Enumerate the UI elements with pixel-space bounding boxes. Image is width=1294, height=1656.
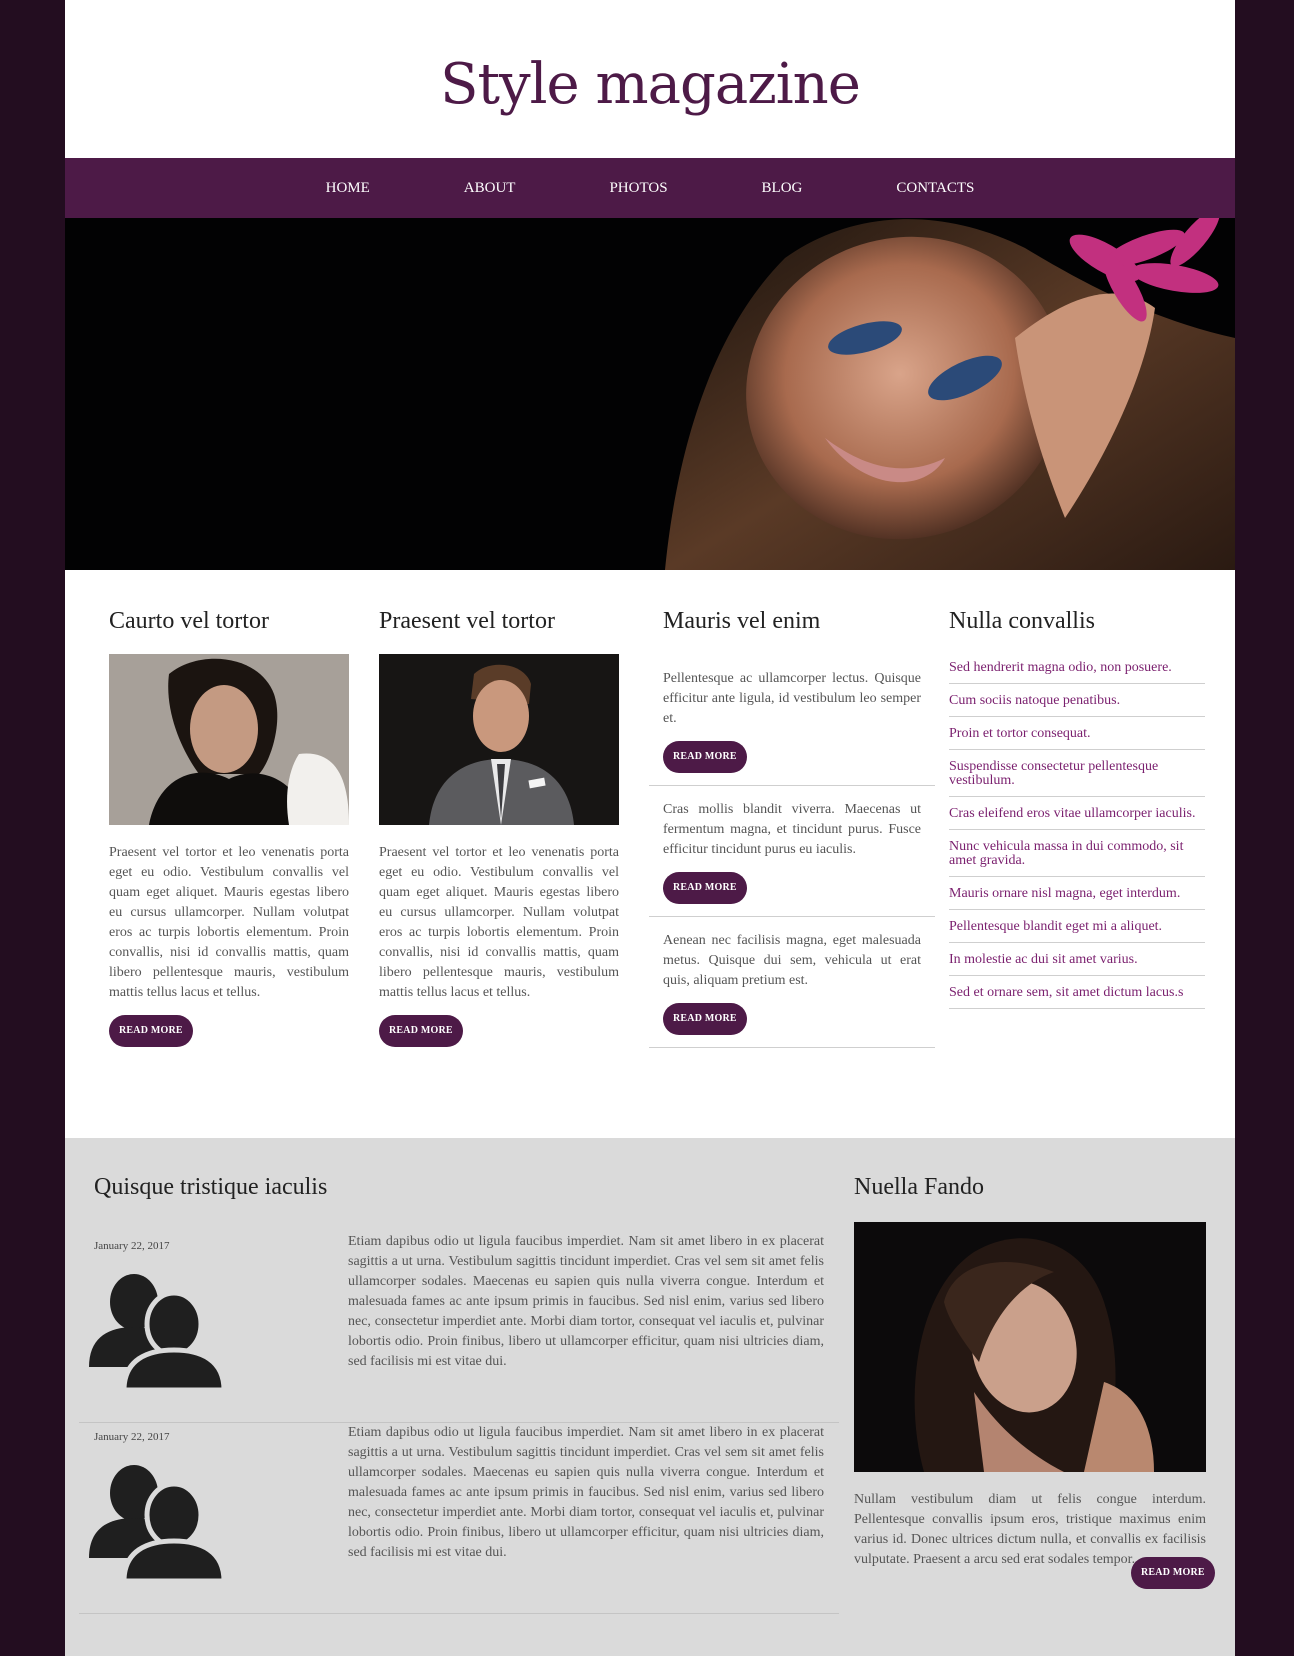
list-link[interactable]: In molestie ac dui sit amet varius. bbox=[949, 943, 1205, 976]
blog-post: January 22, 2017 Etiam dapibus odio ut l… bbox=[79, 1423, 839, 1614]
read-more-button[interactable]: READ MORE bbox=[663, 872, 747, 904]
bottom-section: Quisque tristique iaculis January 22, 20… bbox=[65, 1138, 1235, 1656]
users-icon bbox=[89, 1274, 227, 1392]
read-more-button[interactable]: READ MORE bbox=[109, 1015, 193, 1047]
feature-photo[interactable] bbox=[379, 654, 619, 825]
users-icon bbox=[89, 1465, 227, 1583]
list-link[interactable]: Proin et tortor consequat. bbox=[949, 717, 1205, 750]
post-text: Etiam dapibus odio ut ligula faucibus im… bbox=[348, 1425, 824, 1560]
feature-column-2: Praesent vel tortor Praesent vel tortor … bbox=[379, 608, 619, 1047]
read-more-button[interactable]: READ MORE bbox=[379, 1015, 463, 1047]
feature-column-3: Mauris vel enim Pellentesque ac ullamcor… bbox=[649, 608, 935, 1048]
nav-item-home[interactable]: HOME bbox=[326, 180, 370, 197]
post-date: January 22, 2017 bbox=[94, 1431, 170, 1443]
blog-title: Quisque tristique iaculis bbox=[94, 1174, 328, 1200]
links-list: Sed hendrerit magna odio, non posuere. C… bbox=[949, 651, 1205, 1009]
list-link[interactable]: Cum sociis natoque penatibus. bbox=[949, 684, 1205, 717]
news-item: Aenean nec facilisis magna, eget malesua… bbox=[649, 917, 935, 1048]
nav-item-contacts[interactable]: CONTACTS bbox=[896, 180, 974, 197]
read-more-button[interactable]: READ MORE bbox=[663, 1003, 747, 1035]
feature-title: Mauris vel enim bbox=[663, 608, 821, 634]
feature-column-4: Nulla convallis Sed hendrerit magna odio… bbox=[949, 608, 1205, 1009]
list-link[interactable]: Suspendisse consectetur pellentesque ves… bbox=[949, 750, 1205, 797]
post-text: Etiam dapibus odio ut ligula faucibus im… bbox=[348, 1234, 824, 1369]
news-text: Cras mollis blandit viverra. Maecenas ut… bbox=[663, 802, 921, 857]
post-date: January 22, 2017 bbox=[94, 1240, 170, 1252]
list-link[interactable]: Nunc vehicula massa in dui commodo, sit … bbox=[949, 830, 1205, 877]
feature-column-1: Caurto vel tortor Praesent vel tortor et… bbox=[109, 608, 349, 1047]
list-link[interactable]: Mauris ornare nisl magna, eget interdum. bbox=[949, 877, 1205, 910]
profile-title: Nuella Fando bbox=[854, 1174, 984, 1200]
feature-title: Nulla convallis bbox=[949, 608, 1095, 634]
page-container: Style magazine HOME ABOUT PHOTOS BLOG CO… bbox=[65, 0, 1235, 1656]
hero-photo bbox=[65, 218, 1235, 570]
profile-photo[interactable] bbox=[854, 1222, 1206, 1472]
nav-item-photos[interactable]: PHOTOS bbox=[609, 180, 667, 197]
hero-banner bbox=[65, 218, 1235, 570]
list-link[interactable]: Cras eleifend eros vitae ullamcorper iac… bbox=[949, 797, 1205, 830]
nav-item-blog[interactable]: BLOG bbox=[762, 180, 803, 197]
list-link[interactable]: Sed et ornare sem, sit amet dictum lacus… bbox=[949, 976, 1205, 1009]
header: Style magazine bbox=[65, 0, 1235, 158]
news-text: Pellentesque ac ullamcorper lectus. Quis… bbox=[663, 671, 921, 726]
nav-item-about[interactable]: ABOUT bbox=[464, 180, 516, 197]
news-text: Aenean nec facilisis magna, eget malesua… bbox=[663, 933, 921, 988]
feature-title: Praesent vel tortor bbox=[379, 608, 555, 634]
read-more-button[interactable]: READ MORE bbox=[663, 741, 747, 773]
feature-title: Caurto vel tortor bbox=[109, 608, 269, 634]
news-item: Pellentesque ac ullamcorper lectus. Quis… bbox=[649, 655, 935, 786]
news-item: Cras mollis blandit viverra. Maecenas ut… bbox=[649, 786, 935, 917]
main-nav: HOME ABOUT PHOTOS BLOG CONTACTS bbox=[65, 158, 1235, 218]
site-logo[interactable]: Style magazine bbox=[440, 52, 861, 117]
list-link[interactable]: Sed hendrerit magna odio, non posuere. bbox=[949, 651, 1205, 684]
list-link[interactable]: Pellentesque blandit eget mi a aliquet. bbox=[949, 910, 1205, 943]
features-section: Caurto vel tortor Praesent vel tortor et… bbox=[65, 570, 1235, 1138]
blog-post: January 22, 2017 Etiam dapibus odio ut l… bbox=[79, 1232, 839, 1423]
feature-text: Praesent vel tortor et leo venenatis por… bbox=[379, 845, 619, 1000]
read-more-button[interactable]: READ MORE bbox=[1131, 1557, 1215, 1589]
feature-photo[interactable] bbox=[109, 654, 349, 825]
feature-text: Praesent vel tortor et leo venenatis por… bbox=[109, 845, 349, 1000]
news-list: Pellentesque ac ullamcorper lectus. Quis… bbox=[649, 655, 935, 1048]
